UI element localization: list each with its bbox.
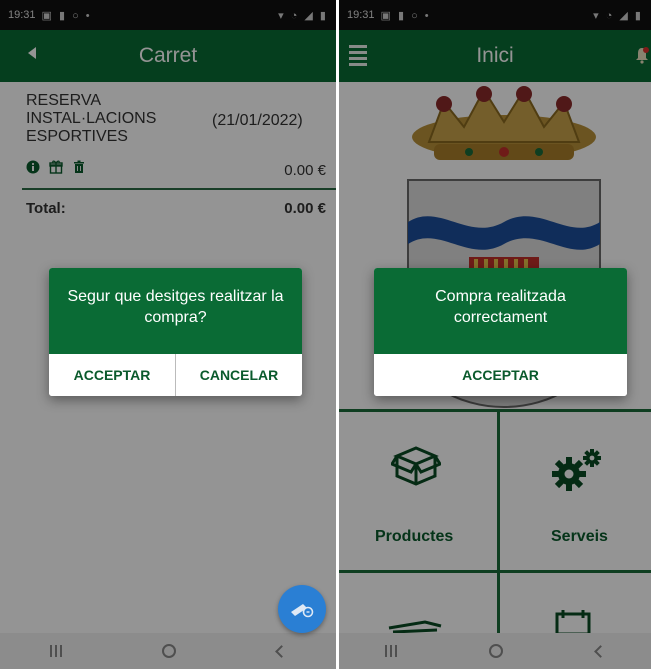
confirm-purchase-dialog: Segur que desitges realitzar la compra? … bbox=[49, 268, 302, 396]
dialog-message: Segur que desitges realitzar la compra? bbox=[49, 268, 302, 354]
payment-fab[interactable] bbox=[278, 585, 326, 633]
accept-button[interactable]: ACCEPTAR bbox=[49, 354, 175, 396]
dialog-actions: ACCEPTAR CANCELAR bbox=[49, 354, 302, 396]
purchase-success-dialog: Compra realitzada correctament ACCEPTAR bbox=[374, 268, 627, 396]
home-screen: 19:31 ▣ ▮ ○ • ▾ ◔ ◢ ▮ Inici Productes Se… bbox=[339, 0, 651, 669]
cancel-button[interactable]: CANCELAR bbox=[175, 354, 302, 396]
dialog-message: Compra realitzada correctament bbox=[374, 268, 627, 354]
cart-screen: 19:31 ▣ ▮ ○ • ▾ ◔ ◢ ▮ Carret RESERVA INS… bbox=[0, 0, 336, 669]
payment-icon bbox=[291, 604, 314, 618]
accept-button[interactable]: ACCEPTAR bbox=[374, 354, 627, 396]
dialog-actions: ACCEPTAR bbox=[374, 354, 627, 396]
